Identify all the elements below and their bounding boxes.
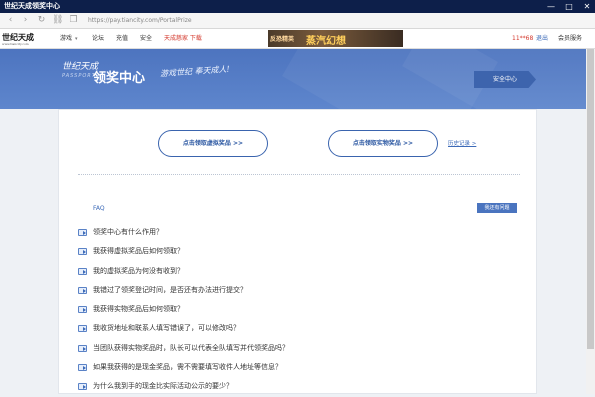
url-field[interactable]: https://pay.tiancity.com/PortalPrize (86, 15, 586, 27)
nav-recharge[interactable]: 充值 (116, 29, 128, 49)
claim-physical-prize-button[interactable]: 点击领取实物奖品 >> (328, 130, 438, 157)
logo-text: 世纪天成 (2, 32, 34, 42)
page-scrollbar[interactable] (586, 49, 595, 394)
user-name[interactable]: 11**68 (512, 29, 533, 49)
ad-title: 蒸汽幻想 (306, 36, 346, 47)
faq-item[interactable]: 当团队获得实物奖品时，队长可以代表全队填写并代领奖品吗？ (78, 339, 518, 358)
section-divider (78, 174, 520, 175)
logout-link[interactable]: 退出 (536, 29, 548, 49)
site-logo[interactable]: 世纪天成 www.tiancity.com (2, 32, 50, 46)
security-center-button[interactable]: 安全中心 (474, 71, 536, 88)
question-icon (78, 267, 87, 275)
faq-item[interactable]: 如果我获得的是现金奖品，需不需要填写收件人地址等信息？ (78, 358, 518, 377)
faq-item[interactable]: 领奖中心有什么作用？ (78, 223, 518, 242)
claim-virtual-prize-button[interactable]: 点击领取虚拟奖品 >> (158, 130, 268, 157)
faq-question: 如果我获得的是现金奖品，需不需要填写收件人地址等信息？ (93, 363, 282, 372)
faq-item[interactable]: 我获得实物奖品后如何领取？ (78, 300, 518, 319)
back-icon[interactable]: ‹ (5, 15, 16, 26)
faq-item[interactable]: 我获得虚拟奖品后如何领取？ (78, 242, 518, 261)
game-ad-banner[interactable]: 反恐精英 蒸汽幻想 (268, 30, 403, 47)
chevron-down-icon[interactable]: ▾ (75, 29, 78, 49)
faq-question: 我获得实物奖品后如何领取？ (93, 305, 184, 314)
reload-icon[interactable]: ↻ (36, 15, 47, 26)
close-button[interactable]: ✕ (579, 0, 595, 13)
nav-security[interactable]: 安全 (140, 29, 152, 49)
window-titlebar: 世纪天成领奖中心 — □ ✕ (0, 0, 595, 13)
nav-forum[interactable]: 论坛 (92, 29, 104, 49)
question-icon (78, 248, 87, 256)
faq-item[interactable]: 我的虚拟奖品为何没有收到？ (78, 262, 518, 281)
copy-icon[interactable]: ❐ (68, 15, 79, 26)
hero-header: 世纪天成 PASSPORT 领奖中心 游戏世纪 奉天成人! 安全中心 (0, 49, 595, 109)
faq-question: 我获得虚拟奖品后如何领取？ (93, 247, 184, 256)
question-icon (78, 383, 87, 391)
hero-slogan: 游戏世纪 奉天成人! (159, 64, 230, 79)
faq-item[interactable]: 我错过了领奖登记时间，是否还有办法进行提交？ (78, 281, 518, 300)
faq-list: 领奖中心有什么作用？ 我获得虚拟奖品后如何领取？ 我的虚拟奖品为何没有收到？ 我… (78, 223, 518, 397)
faq-title: FAQ (93, 205, 105, 212)
faq-question: 当团队获得实物奖品时，队长可以代表全队填写并代领奖品吗？ (93, 343, 289, 352)
question-icon (78, 306, 87, 314)
nav-download-promo[interactable]: 天成慈家 下载 (164, 29, 202, 49)
minimize-button[interactable]: — (543, 0, 559, 13)
maximize-button[interactable]: □ (561, 0, 577, 13)
forward-icon[interactable]: › (20, 15, 31, 26)
site-topnav: 世纪天成 www.tiancity.com 游戏 ▾ 论坛 充值 安全 天成慈家… (0, 29, 595, 49)
question-icon (78, 344, 87, 352)
faq-item[interactable]: 我收货地址和联系人填写错误了，可以修改吗？ (78, 319, 518, 338)
ask-question-button[interactable]: 我还有问题 (477, 203, 517, 213)
question-icon (78, 364, 87, 372)
question-icon (78, 286, 87, 294)
member-service-menu[interactable]: 会员服务 (558, 29, 582, 49)
history-link[interactable]: 历史记录 > (448, 139, 476, 147)
faq-question: 我收货地址和联系人填写错误了，可以修改吗？ (93, 324, 240, 333)
faq-question: 我的虚拟奖品为何没有收到？ (93, 266, 184, 275)
logo-subtext: www.tiancity.com (2, 42, 29, 46)
ad-tag: 反恐精英 (270, 36, 295, 43)
faq-question: 为什么我到手的现金比实际活动公示的要少？ (93, 382, 233, 391)
nav-games[interactable]: 游戏 (60, 29, 72, 49)
scrollbar-thumb[interactable] (587, 49, 594, 349)
question-icon (78, 325, 87, 333)
main-card: 点击领取虚拟奖品 >> 点击领取实物奖品 >> 历史记录 > FAQ 我还有问题… (58, 109, 537, 394)
page-title: 领奖中心 (93, 71, 146, 86)
faq-question: 我错过了领奖登记时间，是否还有办法进行提交？ (93, 285, 247, 294)
question-icon (78, 229, 87, 236)
link-icon[interactable]: ⛓ (52, 15, 63, 26)
faq-question: 领奖中心有什么作用？ (93, 228, 163, 236)
window-title: 世纪天成领奖中心 (4, 2, 60, 10)
address-bar: ‹ › ↻ ⛓ ❐ https://pay.tiancity.com/Porta… (0, 13, 595, 29)
